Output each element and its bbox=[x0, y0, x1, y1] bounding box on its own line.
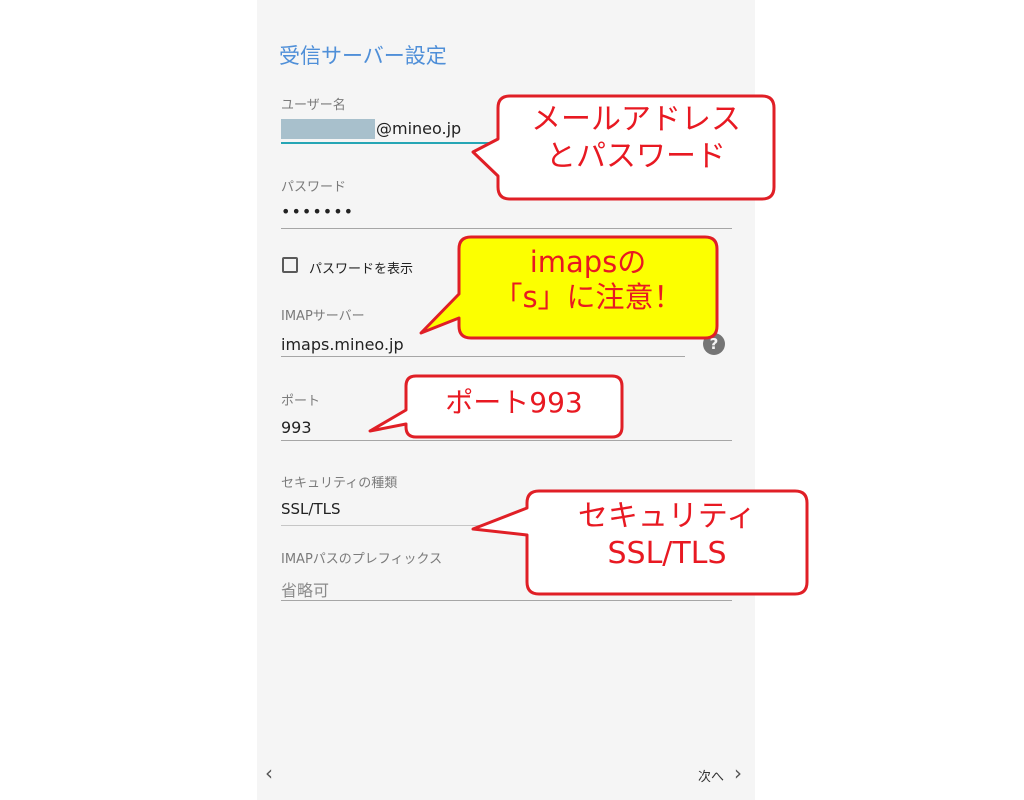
imap-server-value: imaps.mineo.jp bbox=[281, 335, 404, 354]
port-value: 993 bbox=[281, 418, 312, 437]
callout-mail-text: メールアドレス とパスワード bbox=[500, 102, 772, 175]
password-value: ••••••• bbox=[281, 202, 355, 221]
imap-server-label: IMAPサーバー bbox=[281, 309, 365, 324]
username-underline bbox=[281, 142, 491, 144]
callout-security-text: セキュリティ SSL/TLS bbox=[529, 499, 805, 572]
checkbox-box bbox=[282, 257, 298, 273]
page-title: 受信サーバー設定 bbox=[279, 44, 447, 68]
back-button[interactable]: ‹ bbox=[262, 762, 286, 788]
callout-imaps-line1: imapsの bbox=[529, 245, 647, 279]
callout-security-line1: セキュリティ bbox=[577, 499, 757, 534]
password-underline bbox=[281, 228, 732, 229]
chevron-right-icon: › bbox=[734, 761, 742, 785]
username-domain: @mineo.jp bbox=[376, 119, 462, 138]
help-icon[interactable]: ? bbox=[703, 333, 725, 355]
imap-prefix-underline bbox=[281, 600, 732, 601]
username-field[interactable]: @mineo.jp bbox=[281, 116, 491, 146]
show-password-checkbox[interactable]: パスワードを表示 bbox=[281, 256, 431, 278]
chevron-left-icon: ‹ bbox=[265, 761, 273, 785]
callout-imaps-line2: 「s」に注意！ bbox=[493, 280, 683, 315]
imap-prefix-field[interactable]: 省略可 bbox=[281, 574, 732, 604]
callout-imaps-text: imapsの 「s」に注意！ bbox=[461, 245, 715, 316]
port-label: ポート bbox=[281, 394, 321, 409]
security-label: セキュリティの種類 bbox=[281, 476, 398, 491]
password-field[interactable]: ••••••• bbox=[281, 200, 732, 230]
imap-prefix-label: IMAPパスのプレフィックス bbox=[281, 552, 443, 567]
callout-mail-line2: とパスワード bbox=[546, 138, 726, 174]
imap-prefix-placeholder: 省略可 bbox=[281, 581, 330, 600]
next-label: 次へ bbox=[698, 770, 725, 785]
next-button[interactable]: 次へ › bbox=[698, 762, 752, 788]
username-label: ユーザー名 bbox=[281, 98, 346, 113]
show-password-label: パスワードを表示 bbox=[309, 262, 414, 277]
port-underline bbox=[281, 440, 732, 441]
imap-server-underline bbox=[281, 356, 685, 357]
callout-port-line1: ポート993 bbox=[445, 386, 583, 419]
redacted-block bbox=[281, 119, 375, 139]
security-value: SSL/TLS bbox=[281, 500, 341, 518]
password-label: パスワード bbox=[281, 180, 347, 195]
callout-port-text: ポート993 bbox=[408, 386, 620, 420]
callout-security-line2: SSL/TLS bbox=[607, 535, 727, 571]
callout-mail-line1: メールアドレス bbox=[531, 102, 741, 137]
imap-server-field[interactable]: imaps.mineo.jp bbox=[281, 330, 685, 360]
